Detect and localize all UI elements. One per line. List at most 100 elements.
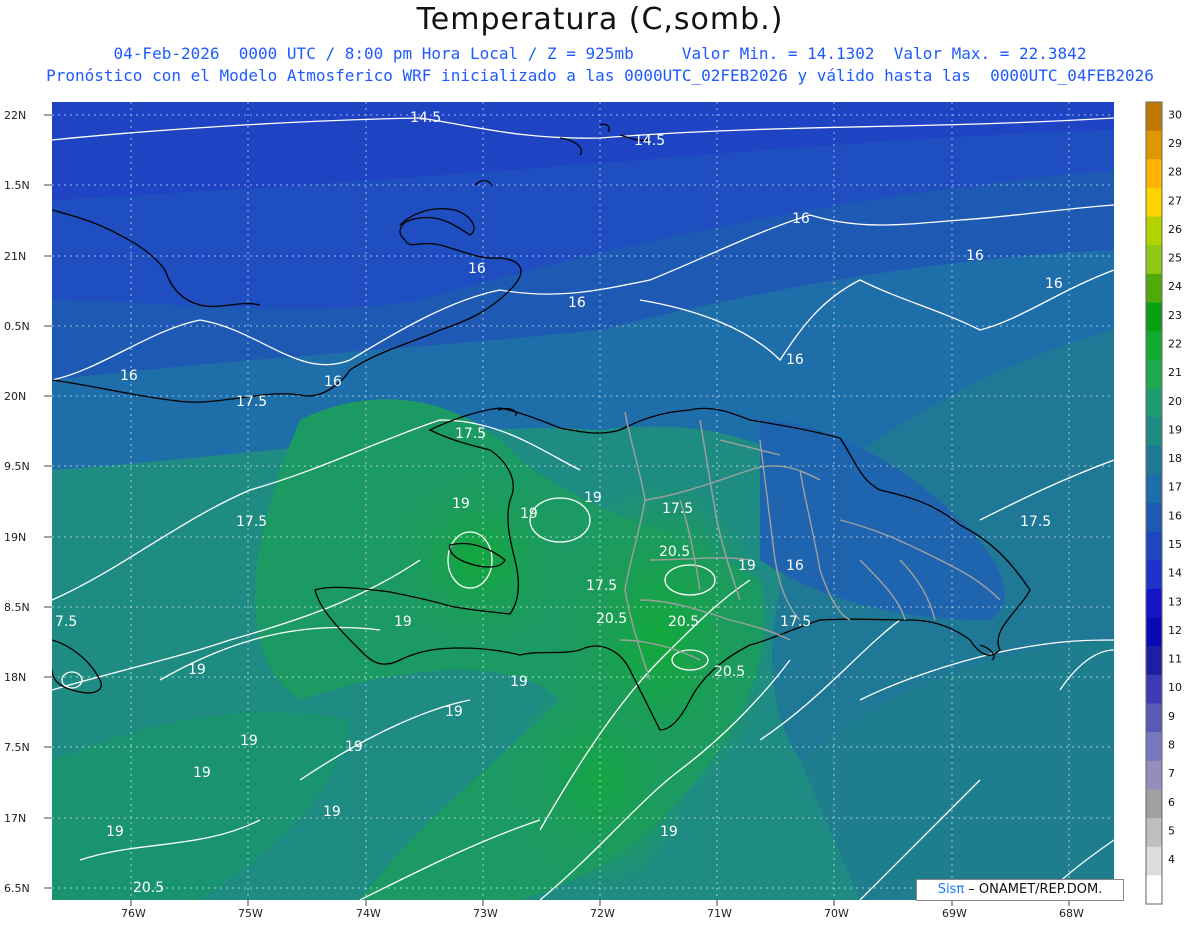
lat-label: 8.5N [4, 601, 30, 614]
contour-label: 17.5 [662, 501, 693, 517]
latitude-labels: 22N 1.5N 21N 0.5N 20N 9.5N 19N 8.5N 18N … [4, 109, 30, 895]
contour-label: 16 [792, 211, 810, 227]
lon-label: 73W [473, 907, 498, 920]
lat-label: 22N [4, 109, 26, 122]
contour-label: 19 [394, 614, 412, 630]
credit-text: – ONAMET/REP.DOM. [964, 882, 1103, 897]
colorbar-label: 30 [1168, 108, 1182, 121]
colorbar-swatch [1146, 789, 1162, 819]
colorbar-label: 9 [1168, 710, 1175, 723]
lat-label: 1.5N [4, 179, 30, 192]
contour-label: 19 [520, 506, 538, 522]
longitude-labels: 76W 75W 74W 73W 72W 71W 70W 69W 68W [121, 907, 1084, 920]
colorbar-label: 14 [1168, 567, 1182, 580]
credit-brand: Sisπ [937, 882, 965, 897]
colorbar-label: 26 [1168, 223, 1182, 236]
colorbar-label: 18 [1168, 452, 1182, 465]
contour-label: 7.5 [55, 614, 77, 630]
colorbar-label: 29 [1168, 137, 1182, 150]
lat-label: 20N [4, 390, 26, 403]
colorbar-swatch [1146, 359, 1162, 389]
temperature-map: 22N 1.5N 21N 0.5N 20N 9.5N 19N 8.5N 18N … [4, 101, 1182, 920]
contour-label: 19 [106, 824, 124, 840]
colorbar-swatch [1146, 245, 1162, 275]
colorbar-swatch [1146, 474, 1162, 504]
colorbar-swatch [1146, 331, 1162, 361]
contour-label: 19 [738, 558, 756, 574]
contour-label: 20.5 [596, 611, 627, 627]
colorbar-swatch [1146, 273, 1162, 303]
colorbar-label: 15 [1168, 538, 1182, 551]
colorbar-label: 7 [1168, 767, 1175, 780]
colorbar-swatch [1146, 445, 1162, 475]
colorbar-swatch [1146, 646, 1162, 676]
colorbar-label: 25 [1168, 252, 1182, 265]
colorbar-swatch [1146, 875, 1162, 905]
credit-box: Sisπ – ONAMET/REP.DOM. [916, 879, 1124, 901]
contour-label: 20.5 [659, 544, 690, 560]
lon-label: 70W [824, 907, 849, 920]
colorbar-label: 12 [1168, 624, 1182, 637]
lat-label: 6.5N [4, 882, 30, 895]
contour-label: 16 [786, 558, 804, 574]
colorbar-label: 28 [1168, 166, 1182, 179]
colorbar-label: 13 [1168, 595, 1182, 608]
colorbar-swatch [1146, 216, 1162, 246]
contour-label: 16 [966, 248, 984, 264]
contour-label: 19 [660, 824, 678, 840]
contour-label: 16 [120, 368, 138, 384]
lon-label: 75W [238, 907, 263, 920]
lon-label: 72W [590, 907, 615, 920]
contour-label: 19 [452, 496, 470, 512]
lat-label: 21N [4, 250, 26, 263]
colorbar-label: 4 [1168, 853, 1175, 866]
colorbar-swatch [1146, 302, 1162, 332]
contour-label: 19 [240, 733, 258, 749]
colorbar-swatch [1146, 388, 1162, 418]
colorbar-label: 11 [1168, 653, 1182, 666]
lat-ticks [44, 114, 52, 889]
contour-label: 17.5 [780, 614, 811, 630]
colorbar-label: 20 [1168, 395, 1182, 408]
colorbar-swatch [1146, 674, 1162, 704]
colorbar-swatch [1146, 760, 1162, 790]
contour-label: 19 [445, 704, 463, 720]
colorbar-label: 21 [1168, 366, 1182, 379]
contour-label: 20.5 [668, 614, 699, 630]
lon-label: 68W [1059, 907, 1084, 920]
colorbar-label: 5 [1168, 824, 1175, 837]
contour-label: 19 [510, 674, 528, 690]
colorbar-label: 6 [1168, 796, 1175, 809]
contour-label: 14.5 [410, 110, 441, 126]
lon-label: 74W [356, 907, 381, 920]
colorbar-swatch [1146, 417, 1162, 447]
colorbar-label: 23 [1168, 309, 1182, 322]
colorbar-label: 24 [1168, 280, 1182, 293]
colorbar-swatch [1146, 560, 1162, 590]
colorbar-swatch [1146, 588, 1162, 619]
colorbar-swatch [1146, 531, 1162, 561]
lat-label: 7.5N [4, 741, 30, 754]
colorbar-swatch [1146, 102, 1162, 132]
contour-label: 19 [323, 804, 341, 820]
lat-label: 9.5N [4, 460, 30, 473]
colorbar-swatch [1146, 159, 1162, 189]
colorbar-swatch [1146, 187, 1162, 218]
contour-label: 16 [324, 374, 342, 390]
contour-label: 16 [1045, 276, 1063, 292]
contour-label: 16 [468, 261, 486, 277]
colorbar-swatch [1146, 846, 1162, 876]
colorbar-swatch [1146, 617, 1162, 647]
colorbar-swatch [1146, 818, 1162, 848]
contour-label: 20.5 [714, 664, 745, 680]
lon-label: 69W [942, 907, 967, 920]
contour-label: 17.5 [455, 426, 486, 442]
colorbar-label: 22 [1168, 337, 1182, 350]
contour-label: 17.5 [236, 514, 267, 530]
contour-label: 20.5 [133, 880, 164, 896]
colorbar-label: 10 [1168, 681, 1182, 694]
contour-label: 16 [568, 295, 586, 311]
colorbar-label: 27 [1168, 194, 1182, 207]
colorbar-label: 8 [1168, 738, 1175, 751]
contour-label: 14.5 [634, 133, 665, 149]
